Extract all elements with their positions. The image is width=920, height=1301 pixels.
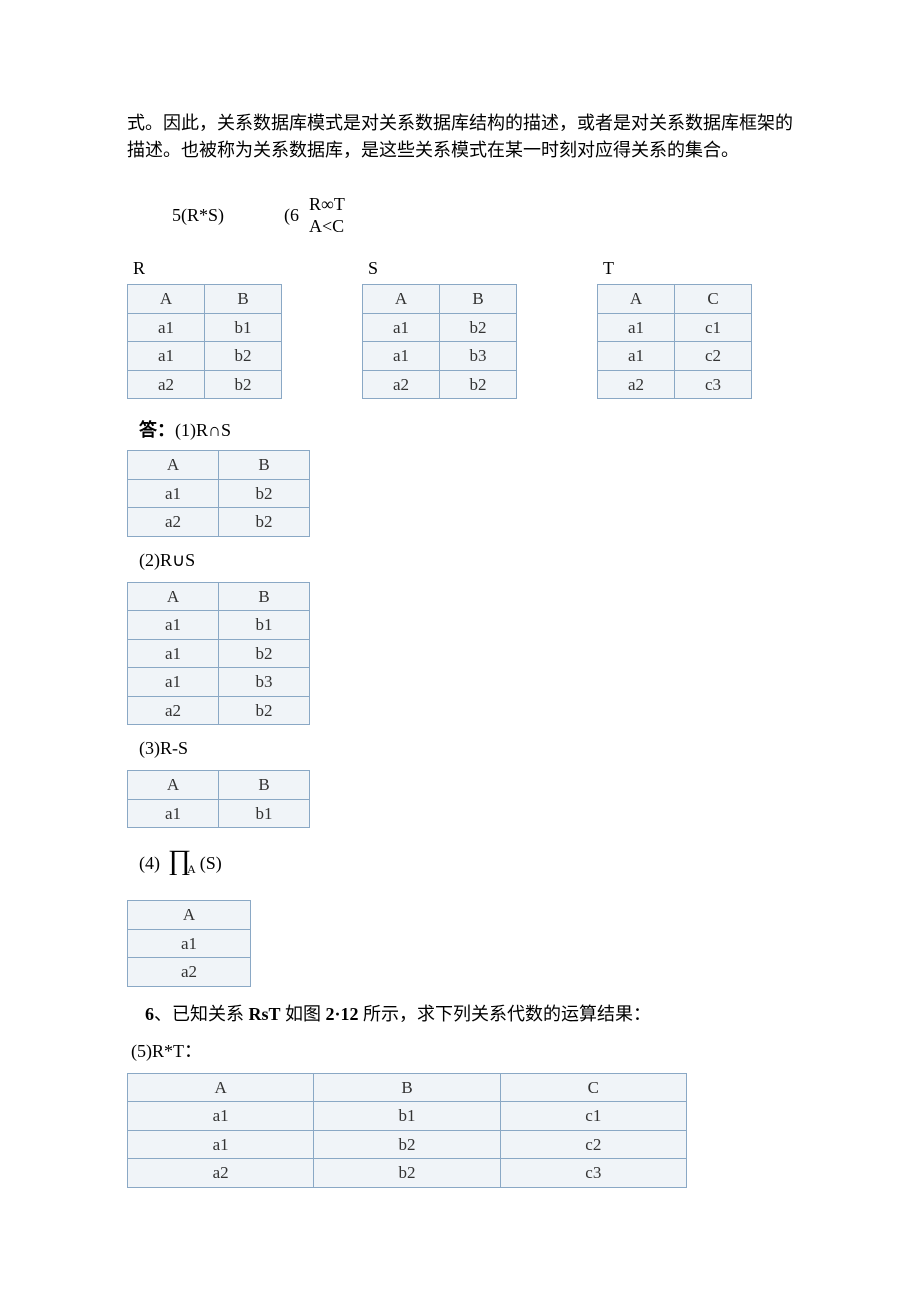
q6-wrap: (6 R∞T A<C <box>284 194 345 237</box>
answer3-label: (3)R-S <box>139 735 793 762</box>
table-cell: b1 <box>219 611 310 640</box>
table-cell: b1 <box>314 1102 500 1131</box>
table-cell: a2 <box>128 370 205 399</box>
header-cell: B <box>314 1073 500 1102</box>
header-cell: B <box>219 771 310 800</box>
header-cell: A <box>128 582 219 611</box>
header-cell: C <box>675 285 752 314</box>
pi-subscript: A <box>187 862 196 876</box>
table-ans5: ABC a1b1c1 a1b2c2 a2b2c3 <box>127 1073 687 1188</box>
label-T: T <box>597 255 752 282</box>
intro-paragraph: 式。因此，关系数据库模式是对关系数据库结构的描述，或者是对关系数据库框架的描述。… <box>127 110 793 164</box>
table-R: AB a1b1 a1b2 a2b2 <box>127 284 282 399</box>
answer4-label: (4) ∏A(S) <box>139 840 793 882</box>
table-cell: a2 <box>598 370 675 399</box>
q6-top: R∞T <box>309 194 345 216</box>
table-ans4: A a1 a2 <box>127 900 251 987</box>
table-cell: b2 <box>219 639 310 668</box>
header-cell: A <box>128 1073 314 1102</box>
table-cell: b2 <box>219 508 310 537</box>
table-ans1: AB a1b2 a2b2 <box>127 450 310 537</box>
table-cell: b3 <box>440 342 517 371</box>
table-cell: c2 <box>500 1130 686 1159</box>
ans4-num: (4) <box>139 850 160 877</box>
table-cell: a1 <box>128 639 219 668</box>
table-cell: c1 <box>500 1102 686 1131</box>
table-cell: b2 <box>314 1130 500 1159</box>
q6-bot: A<C <box>309 216 345 238</box>
header-cell: A <box>598 285 675 314</box>
ans1-text: (1)R∩S <box>175 420 231 440</box>
answer2-label: (2)R∪S <box>139 547 793 574</box>
table-cell: a1 <box>128 799 219 828</box>
table-cell: b2 <box>440 370 517 399</box>
table-cell: a2 <box>128 1159 314 1188</box>
table-cell: b2 <box>440 313 517 342</box>
header-cell: A <box>128 901 251 930</box>
q5-label: 5(R*S) <box>172 202 224 229</box>
table-cell: c1 <box>675 313 752 342</box>
header-cell: B <box>219 582 310 611</box>
table-cell: b2 <box>219 696 310 725</box>
table-cell: a1 <box>128 668 219 697</box>
table-cell: a2 <box>128 958 251 987</box>
table-cell: a1 <box>598 342 675 371</box>
triple-tables: R AB a1b1 a1b2 a2b2 S AB a1b2 a1b3 a2b2 … <box>127 255 793 399</box>
answer5-label: (5)R*T： <box>131 1038 793 1065</box>
table-cell: c2 <box>675 342 752 371</box>
table-cell: a1 <box>128 479 219 508</box>
table-cell: a1 <box>128 929 251 958</box>
header-cell: A <box>128 451 219 480</box>
table-cell: a1 <box>128 313 205 342</box>
table-cell: b2 <box>314 1159 500 1188</box>
q6-pref: 已知关系 <box>172 1004 244 1024</box>
table-cell: a2 <box>363 370 440 399</box>
label-R: R <box>127 255 282 282</box>
q6-heading: 6、已知关系 RsT 如图 2·12 所示，求下列关系代数的运算结果： <box>145 1001 793 1028</box>
q6-sep: 、 <box>154 1004 172 1024</box>
table-ans3: AB a1b1 <box>127 770 310 828</box>
q6-rst: RsT <box>249 1004 281 1024</box>
table-T: AC a1c1 a1c2 a2c3 <box>597 284 752 399</box>
table-cell: b1 <box>219 799 310 828</box>
header-cell: B <box>219 451 310 480</box>
table-cell: a1 <box>363 342 440 371</box>
pi-arg: (S) <box>200 853 222 873</box>
answer1-label: 答：(1)R∩S <box>139 417 793 444</box>
table-cell: a1 <box>598 313 675 342</box>
header-cell: C <box>500 1073 686 1102</box>
q6-suf: 所示，求下列关系代数的运算结果： <box>363 1004 651 1024</box>
q6-paren: (6 <box>284 202 299 229</box>
table-cell: a1 <box>363 313 440 342</box>
table-cell: a1 <box>128 1102 314 1131</box>
table-ans2: AB a1b1 a1b2 a1b3 a2b2 <box>127 582 310 726</box>
table-cell: c3 <box>675 370 752 399</box>
table-cell: b2 <box>219 479 310 508</box>
q6-num: 6 <box>145 1004 154 1024</box>
table-cell: a2 <box>128 696 219 725</box>
table-cell: b2 <box>205 342 282 371</box>
table-cell: c3 <box>500 1159 686 1188</box>
table-cell: a2 <box>128 508 219 537</box>
table-S: AB a1b2 a1b3 a2b2 <box>362 284 517 399</box>
label-S: S <box>362 255 517 282</box>
table-cell: a1 <box>128 342 205 371</box>
header-cell: B <box>440 285 517 314</box>
table-cell: a1 <box>128 611 219 640</box>
header-cell: A <box>128 285 205 314</box>
q6-fig: 2·12 <box>326 1004 359 1024</box>
q6-mid1: 如图 <box>285 1004 321 1024</box>
table-cell: a1 <box>128 1130 314 1159</box>
ans-prefix: 答： <box>139 420 175 440</box>
header-cell: A <box>128 771 219 800</box>
table-cell: b2 <box>205 370 282 399</box>
header-cell: B <box>205 285 282 314</box>
table-cell: b1 <box>205 313 282 342</box>
header-cell: A <box>363 285 440 314</box>
question-row: 5(R*S) (6 R∞T A<C <box>172 194 793 237</box>
table-cell: b3 <box>219 668 310 697</box>
